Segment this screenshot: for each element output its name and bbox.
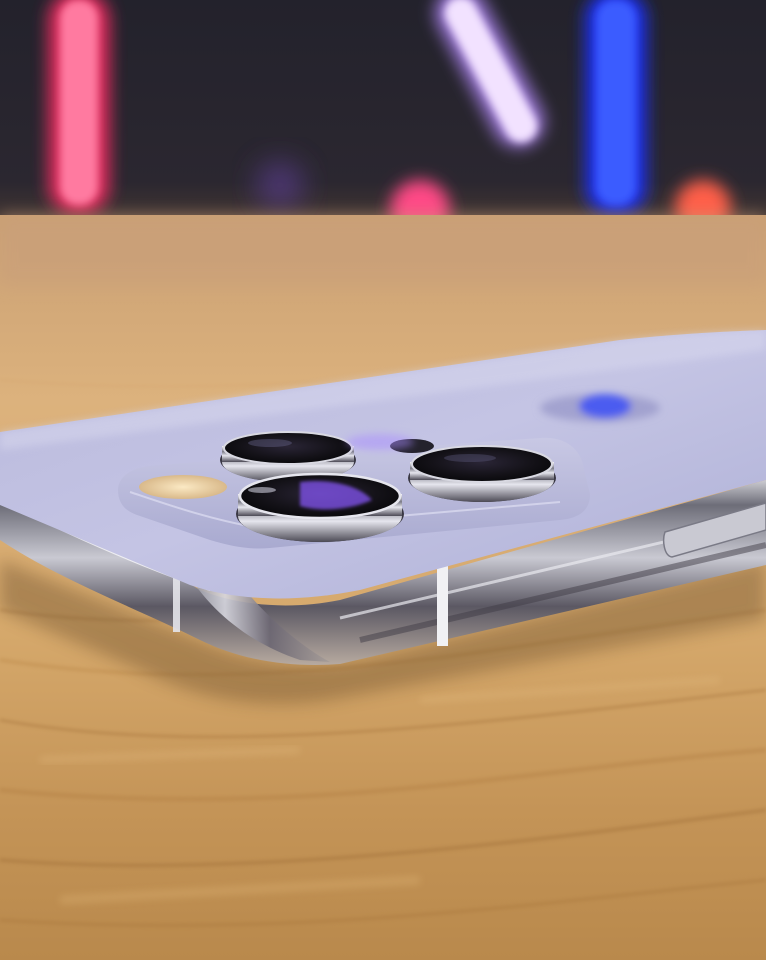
camera-lens-icon	[236, 472, 404, 542]
photo-scene	[0, 0, 766, 960]
apple-logo-icon	[540, 394, 660, 422]
camera-flash-icon	[139, 475, 227, 499]
antenna-band	[437, 560, 448, 646]
photo-illustration	[0, 0, 766, 960]
camera-lens-icon	[408, 445, 556, 502]
